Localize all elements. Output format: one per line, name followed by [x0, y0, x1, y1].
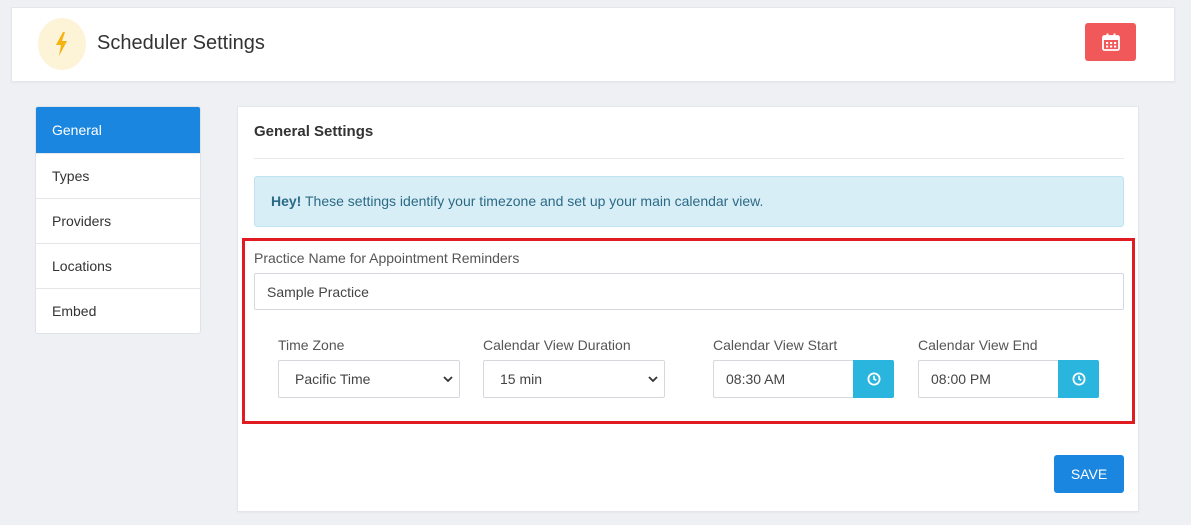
- practice-name-label: Practice Name for Appointment Reminders: [254, 250, 520, 266]
- calendar-button[interactable]: [1085, 23, 1136, 61]
- sidebar-item-embed[interactable]: Embed: [36, 288, 200, 333]
- general-settings-card: General Settings Hey! These settings ide…: [237, 106, 1139, 512]
- duration-label: Calendar View Duration: [483, 337, 631, 353]
- card-title: General Settings: [254, 123, 374, 140]
- alert-strong: Hey!: [271, 193, 302, 209]
- alert-text: These settings identify your timezone an…: [301, 193, 764, 209]
- chevron-down-icon: [443, 376, 453, 383]
- page-header: Scheduler Settings: [11, 7, 1175, 82]
- clock-icon: [867, 372, 880, 386]
- clock-icon: [1072, 372, 1085, 386]
- divider: [254, 158, 1124, 159]
- lightning-bolt-icon: [38, 18, 86, 70]
- time-zone-value: Pacific Time: [295, 371, 371, 387]
- sidebar-item-general[interactable]: General: [36, 107, 200, 153]
- sidebar-item-types[interactable]: Types: [36, 153, 200, 198]
- sidebar-item-providers[interactable]: Providers: [36, 198, 200, 243]
- time-zone-label: Time Zone: [278, 337, 345, 353]
- view-start-input[interactable]: 08:30 AM: [713, 360, 854, 398]
- settings-sidebar: General Types Providers Locations Embed: [35, 106, 201, 334]
- duration-value: 15 min: [500, 371, 543, 387]
- save-button[interactable]: SAVE: [1054, 455, 1124, 493]
- sidebar-item-locations[interactable]: Locations: [36, 243, 200, 288]
- time-zone-select[interactable]: Pacific Time: [278, 360, 460, 398]
- chevron-down-icon: [648, 376, 658, 383]
- view-start-label: Calendar View Start: [713, 337, 838, 353]
- view-start-clock-button[interactable]: [853, 360, 894, 398]
- duration-select[interactable]: 15 min: [483, 360, 665, 398]
- view-end-input[interactable]: 08:00 PM: [918, 360, 1059, 398]
- info-alert: Hey! These settings identify your timezo…: [254, 176, 1124, 227]
- practice-name-input[interactable]: [254, 273, 1124, 310]
- page-title: Scheduler Settings: [97, 32, 265, 54]
- calendar-icon: [1101, 33, 1120, 51]
- view-end-label: Calendar View End: [918, 337, 1038, 353]
- view-end-clock-button[interactable]: [1058, 360, 1099, 398]
